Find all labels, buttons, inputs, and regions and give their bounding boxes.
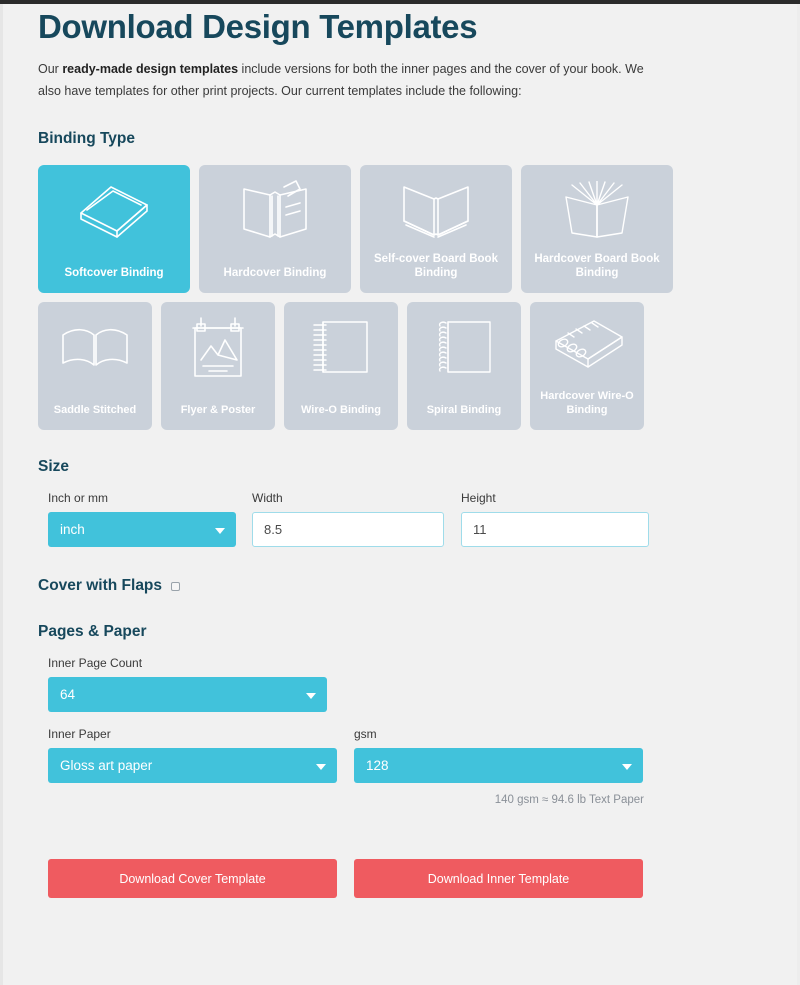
gsm-label: gsm (354, 727, 377, 741)
binding-tile-row-2: Saddle Stitched Flyer & Poster Wire-O Bi… (38, 302, 800, 430)
paper-field-row: Inner Paper Gloss art paper gsm 128 (38, 726, 800, 783)
height-label: Height (461, 491, 496, 505)
pages-and-paper-heading: Pages & Paper (38, 623, 147, 640)
intro-text-before: Our (38, 62, 63, 76)
chevron-down-icon (622, 763, 632, 770)
cover-with-flaps-label: Cover with Flaps (38, 577, 163, 594)
gsm-field: gsm 128 (354, 726, 643, 783)
page-title: Download Design Templates (38, 8, 478, 45)
field-gap (337, 859, 354, 898)
download-inner-template-button[interactable]: Download Inner Template (354, 859, 643, 898)
intro-text-bold: ready-made design templates (62, 62, 239, 76)
inner-page-count-value: 64 (60, 687, 76, 702)
cover-with-flaps-checkbox[interactable] (171, 581, 181, 591)
template-configurator-page: Download Design Templates Our ready-made… (0, 0, 800, 898)
field-gap (337, 726, 354, 783)
inner-paper-label: Inner Paper (48, 727, 111, 741)
hardcover-wire-o-icon (530, 302, 644, 392)
spiral-icon (407, 302, 521, 392)
chevron-down-icon (306, 692, 316, 699)
binding-tile-hardcover-binding[interactable]: Hardcover Binding (199, 165, 351, 293)
binding-tile-softcover-binding[interactable]: Softcover Binding (38, 165, 190, 293)
binding-tile-label: Flyer & Poster (180, 404, 256, 416)
inner-paper-value: Gloss art paper (60, 758, 153, 773)
width-input[interactable] (252, 512, 444, 547)
binding-tile-label: Softcover Binding (64, 267, 164, 279)
unit-select[interactable]: inch (48, 512, 236, 547)
width-field: Width (252, 490, 444, 547)
unit-select-value: inch (60, 522, 85, 537)
board-book-icon (360, 165, 512, 255)
binding-tile-label: Saddle Stitched (53, 404, 137, 416)
height-field: Height (461, 490, 649, 547)
binding-tile-label: Spiral Binding (426, 404, 502, 416)
binding-tile-label: Hardcover Board Book Binding (534, 253, 660, 279)
binding-tile-label: Self-cover Board Book Binding (374, 253, 498, 279)
inner-page-count-label: Inner Page Count (48, 656, 143, 670)
cover-with-flaps-row: Cover with Flaps (38, 577, 800, 595)
inner-paper-field: Inner Paper Gloss art paper (48, 726, 337, 783)
binding-tile-spiral-binding[interactable]: Spiral Binding (407, 302, 521, 430)
poster-icon (161, 302, 275, 392)
chevron-down-icon (215, 527, 225, 534)
gsm-value: 128 (366, 758, 389, 773)
chevron-down-icon (316, 763, 326, 770)
binding-type-heading: Binding Type (38, 130, 136, 147)
height-input[interactable] (461, 512, 649, 547)
inner-page-count-select[interactable]: 64 (48, 677, 327, 712)
binding-tile-row-1: Softcover Binding Hardcover Binding Self… (38, 165, 800, 293)
size-field-row: Inch or mm inch Width Height (38, 490, 800, 547)
width-label: Width (252, 491, 283, 505)
wire-o-icon (284, 302, 398, 392)
binding-tile-flyer-poster[interactable]: Flyer & Poster (161, 302, 275, 430)
binding-tile-hardcover-wire-o-binding[interactable]: Hardcover Wire-O Binding (530, 302, 644, 430)
binding-tile-hardcover-board-book-binding[interactable]: Hardcover Board Book Binding (521, 165, 673, 293)
fanned-board-book-icon (521, 165, 673, 255)
inner-page-count-field: Inner Page Count 64 (38, 655, 327, 712)
intro-paragraph: Our ready-made design templates include … (38, 58, 650, 102)
binding-tile-wire-o-binding[interactable]: Wire-O Binding (284, 302, 398, 430)
binding-tile-label: Hardcover Wire-O Binding (540, 390, 634, 416)
field-gap (236, 490, 252, 547)
inner-paper-select[interactable]: Gloss art paper (48, 748, 337, 783)
paper-weight-note: 140 gsm ≈ 94.6 lb Text Paper (494, 794, 644, 806)
binding-tile-self-cover-board-book-binding[interactable]: Self-cover Board Book Binding (360, 165, 512, 293)
binding-tile-saddle-stitched[interactable]: Saddle Stitched (38, 302, 152, 430)
binding-tile-label: Wire-O Binding (301, 404, 381, 416)
hardcover-book-icon (199, 165, 351, 255)
gsm-select[interactable]: 128 (354, 748, 643, 783)
field-gap (444, 490, 461, 547)
download-cover-template-button[interactable]: Download Cover Template (48, 859, 337, 898)
softcover-book-icon (38, 165, 190, 255)
unit-label: Inch or mm (48, 491, 109, 505)
open-book-icon (38, 302, 152, 392)
download-button-row: Download Cover Template Download Inner T… (38, 859, 800, 898)
size-heading: Size (38, 458, 70, 475)
unit-field: Inch or mm inch (48, 490, 236, 547)
binding-tile-label: Hardcover Binding (223, 267, 327, 279)
